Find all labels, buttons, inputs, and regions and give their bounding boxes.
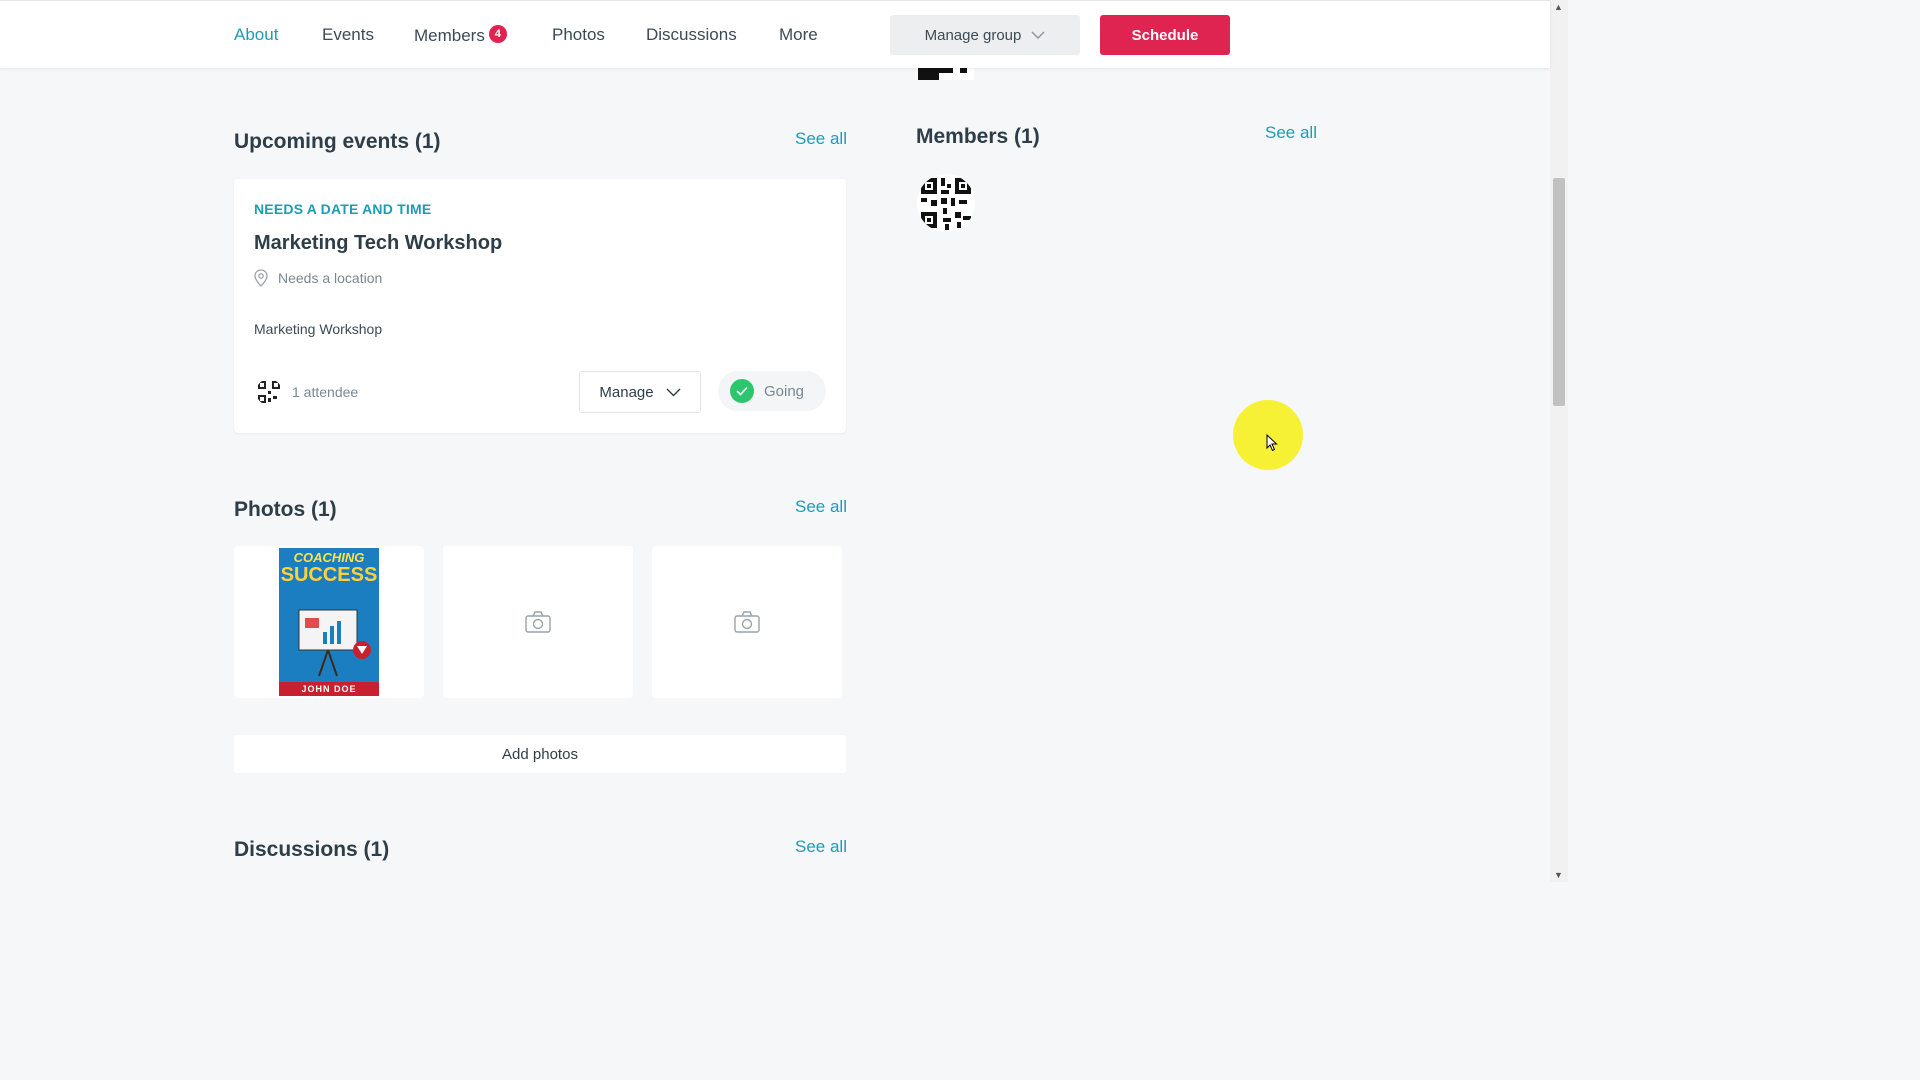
schedule-button[interactable]: Schedule: [1100, 15, 1230, 55]
rsvp-going-button[interactable]: Going: [718, 371, 826, 411]
camera-icon: [734, 611, 760, 633]
group-nav-bar: About Events Members 4 Photos Discussions…: [0, 0, 1550, 68]
photo-placeholder[interactable]: [652, 546, 842, 698]
book-title-line1: COACHING: [293, 550, 365, 565]
photos-heading: Photos (1): [234, 498, 337, 521]
cursor-icon: [1266, 434, 1278, 452]
event-location: Needs a location: [254, 269, 382, 287]
attendee-count: 1 attendee: [292, 384, 359, 400]
book-author: JOHN DOE: [301, 684, 357, 694]
check-icon: [730, 379, 754, 403]
tab-members[interactable]: Members 4: [414, 25, 507, 46]
book-title-line2: SUCCESS: [280, 564, 378, 586]
discussions-heading: Discussions (1): [234, 838, 390, 861]
event-description: Marketing Workshop: [254, 321, 383, 337]
scroll-up-arrow-icon[interactable]: ▲: [1554, 2, 1563, 12]
event-manage-button[interactable]: Manage: [579, 371, 701, 413]
scrollbar-thumb[interactable]: [1553, 178, 1565, 406]
tab-about[interactable]: About: [234, 25, 278, 45]
rsvp-going-label: Going: [764, 382, 805, 400]
photo-placeholder[interactable]: [443, 546, 633, 698]
add-photos-button[interactable]: Add photos: [234, 735, 846, 773]
event-card[interactable]: NEEDS A DATE AND TIME Marketing Tech Wor…: [234, 179, 846, 433]
chevron-down-icon: [666, 388, 681, 396]
book-cover-image: COACHING SUCCESS JOHN DOE: [279, 548, 379, 696]
tab-members-label: Members: [414, 26, 485, 45]
upcoming-events-heading: Upcoming events (1): [234, 130, 441, 153]
chevron-down-icon: [1031, 31, 1045, 39]
manage-group-label: Manage group: [924, 26, 1022, 44]
event-date-status: NEEDS A DATE AND TIME: [254, 201, 432, 217]
camera-icon: [525, 611, 551, 633]
event-location-text: Needs a location: [278, 270, 383, 286]
tab-events[interactable]: Events: [322, 25, 374, 45]
attendee-avatar: [256, 379, 282, 405]
scroll-down-arrow-icon[interactable]: ▼: [1554, 870, 1563, 880]
tab-photos[interactable]: Photos: [552, 25, 605, 45]
event-attendees[interactable]: 1 attendee: [256, 379, 358, 405]
event-manage-label: Manage: [599, 383, 654, 401]
members-heading: Members (1): [916, 125, 1040, 148]
photos-see-all-link[interactable]: See all: [795, 497, 847, 517]
event-title[interactable]: Marketing Tech Workshop: [254, 232, 502, 255]
photo-thumbnail[interactable]: COACHING SUCCESS JOHN DOE: [234, 546, 424, 698]
location-pin-icon: [254, 269, 268, 287]
members-count-badge: 4: [488, 25, 507, 43]
members-see-all-link[interactable]: See all: [1265, 123, 1317, 143]
tab-more[interactable]: More: [779, 25, 818, 45]
discussions-see-all-link[interactable]: See all: [795, 837, 847, 857]
tab-discussions[interactable]: Discussions: [646, 25, 737, 45]
qr-avatar-icon: [917, 174, 975, 232]
page-scrollbar[interactable]: ▲ ▼: [1550, 0, 1568, 882]
manage-group-button[interactable]: Manage group: [890, 15, 1080, 55]
member-avatar[interactable]: [917, 174, 975, 232]
upcoming-events-see-all-link[interactable]: See all: [795, 129, 847, 149]
